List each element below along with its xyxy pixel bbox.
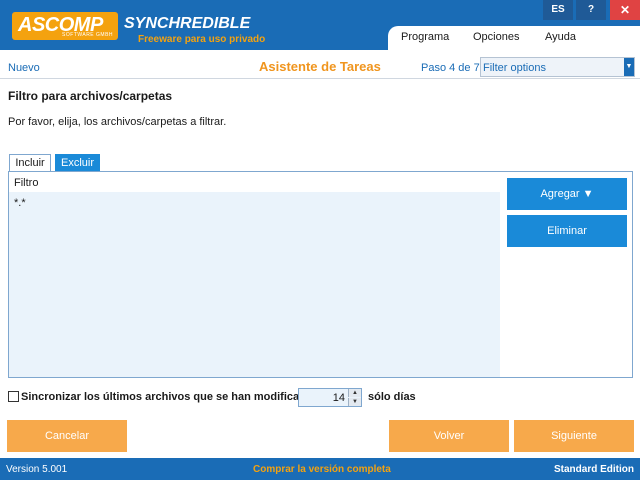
menu-bar: Programa Opciones Ayuda: [388, 26, 640, 50]
filter-column-header: Filtro: [9, 172, 500, 192]
version-text: Version 5.001: [6, 464, 68, 475]
step-label: Paso 4 de 7:: [421, 62, 483, 74]
ascomp-logo: ASCOMP SOFTWARE GMBH: [12, 12, 118, 40]
app-title: SYNCHREDIBLE: [124, 15, 251, 32]
list-item[interactable]: *.*: [14, 197, 26, 209]
close-button[interactable]: ✕: [610, 0, 640, 20]
step-select[interactable]: Filter options ▼: [480, 57, 635, 77]
days-suffix: sólo días: [368, 391, 416, 403]
instruction-text: Por favor, elija, los archivos/carpetas …: [8, 116, 227, 128]
days-stepper[interactable]: 14 ▲ ▼: [298, 388, 362, 407]
language-button[interactable]: ES: [543, 0, 573, 20]
spin-down-icon[interactable]: ▼: [348, 398, 361, 406]
add-button[interactable]: Agregar ▼: [507, 178, 627, 210]
chevron-down-icon[interactable]: ▼: [624, 58, 634, 76]
menu-programa[interactable]: Programa: [401, 31, 449, 43]
wizard-header: Nuevo Asistente de Tareas Paso 4 de 7: F…: [0, 55, 640, 79]
new-link[interactable]: Nuevo: [8, 62, 40, 74]
menu-ayuda[interactable]: Ayuda: [545, 31, 576, 43]
sync-label: Sincronizar los últimos archivos que se …: [21, 391, 313, 403]
next-button[interactable]: Siguiente: [514, 420, 634, 452]
menu-opciones[interactable]: Opciones: [473, 31, 519, 43]
section-title: Filtro para archivos/carpetas: [8, 89, 173, 103]
edition-text: Standard Edition: [554, 464, 634, 475]
sync-checkbox[interactable]: [8, 391, 19, 402]
cancel-button[interactable]: Cancelar: [7, 420, 127, 452]
wizard-title: Asistente de Tareas: [259, 59, 381, 74]
step-select-value: Filter options: [483, 62, 546, 74]
spin-up-icon[interactable]: ▲: [348, 389, 361, 397]
tab-excluir[interactable]: Excluir: [55, 154, 100, 172]
title-bar: ASCOMP SOFTWARE GMBH SYNCHREDIBLE Freewa…: [0, 0, 640, 50]
remove-button[interactable]: Eliminar: [507, 215, 627, 247]
days-value: 14: [332, 392, 345, 404]
tab-incluir[interactable]: Incluir: [9, 154, 51, 172]
back-button[interactable]: Volver: [389, 420, 509, 452]
status-bar: Version 5.001 Comprar la versión complet…: [0, 458, 640, 480]
help-button[interactable]: ?: [576, 0, 606, 20]
app-tagline: Freeware para uso privado: [138, 34, 266, 45]
filter-list[interactable]: Filtro *.*: [8, 171, 501, 378]
buy-full-version-link[interactable]: Comprar la versión completa: [253, 464, 391, 475]
